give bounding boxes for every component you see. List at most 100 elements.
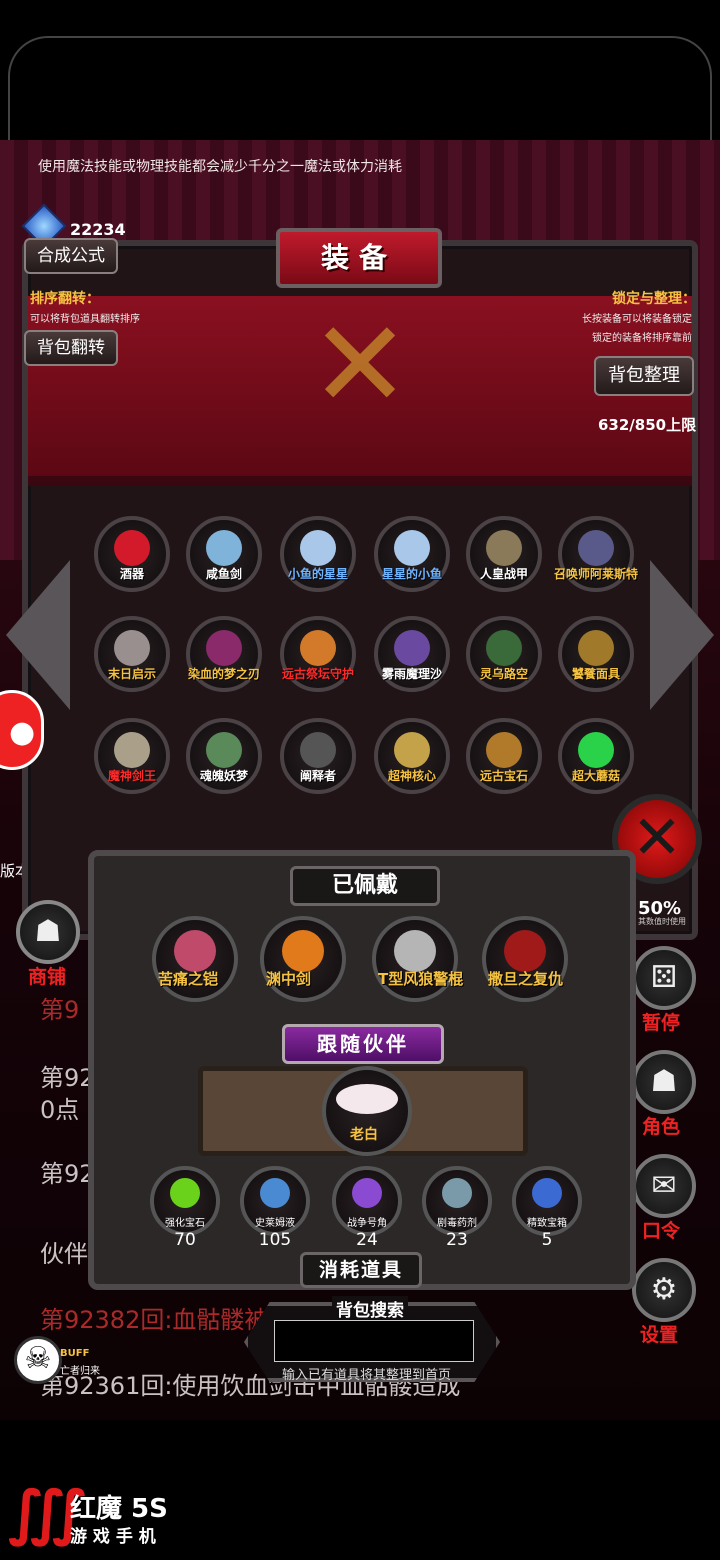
- inventory-slot[interactable]: 阐释者: [280, 718, 356, 794]
- settings-label: 设置: [640, 1324, 679, 1346]
- capacity-label: 632/850上限: [598, 416, 697, 434]
- sort-title: 排序翻转：: [30, 291, 100, 307]
- inventory-item-label: 阐释者: [299, 769, 336, 783]
- inventory-slot[interactable]: 超大蘑菇: [558, 718, 634, 794]
- consumable-count: 5: [541, 1230, 553, 1250]
- inventory-slot[interactable]: 超神核心: [374, 718, 450, 794]
- log-line-partial: 第92: [40, 1064, 95, 1092]
- buff-sub-label: 亡者归来: [60, 1366, 100, 1377]
- inventory-slot[interactable]: 远古祭坛守护: [280, 616, 356, 692]
- sword-icon: [300, 732, 336, 768]
- scroll-icon: ✉: [651, 1168, 677, 1203]
- inventory-item-label: 远古宝石: [479, 769, 528, 783]
- equipped-panel: 已佩戴 跟随伙伴 老白 苦痛之铠 渊中剑 T型风狼警棍 撒旦之复仇 强化宝石 70 史莱姆液…: [88, 850, 636, 1290]
- inventory-item-label: 魂魄妖梦: [199, 769, 248, 783]
- top-tip: 使用魔法技能或物理技能都会减少千分之一魔法或体力消耗: [38, 159, 402, 175]
- inventory-slot[interactable]: 人皇战甲: [466, 516, 542, 592]
- shop-bag-icon: ☗: [34, 914, 62, 949]
- plate-armor-icon: [174, 930, 216, 972]
- poison-icon: [442, 1178, 472, 1208]
- pause-label: 暂停: [642, 1012, 681, 1034]
- red-magic-logo-icon: ∭: [8, 1478, 86, 1548]
- skull-icon[interactable]: ☠: [14, 1336, 62, 1384]
- consumable-label: 强化宝石: [165, 1218, 205, 1229]
- log-line-partial: 第92: [40, 1160, 95, 1188]
- equipped-item-label: 撒旦之复仇: [488, 970, 564, 988]
- sort-inventory-button[interactable]: 背包整理: [594, 356, 694, 396]
- inventory-slot[interactable]: 雾雨魔理沙: [374, 616, 450, 692]
- mask-icon: [578, 630, 614, 666]
- inventory-slot[interactable]: 染血的梦之刃: [186, 616, 262, 692]
- inventory-item-label: 魔神剑王: [107, 769, 156, 783]
- password-button[interactable]: ✉: [632, 1154, 696, 1218]
- companion-label: 老白: [350, 1127, 378, 1143]
- crossed-swords-emblem-icon: ✕: [309, 296, 411, 435]
- equipped-title: 已佩戴: [290, 866, 440, 906]
- formula-button[interactable]: 合成公式: [24, 238, 118, 274]
- companion-slot[interactable]: 老白: [322, 1066, 412, 1156]
- inventory-slot[interactable]: 星星的小鱼: [374, 516, 450, 592]
- green-gem-icon: [170, 1178, 200, 1208]
- settings-button[interactable]: ⚙: [632, 1258, 696, 1322]
- inventory-item-label: 超神核心: [387, 769, 436, 783]
- equipped-slot[interactable]: [152, 916, 238, 1002]
- inventory-item-label: 远古祭坛守护: [282, 667, 355, 681]
- fish-sword-icon: [206, 530, 242, 566]
- log-line-partial: 伙伴: [40, 1240, 88, 1268]
- inventory-item-label: 雾雨魔理沙: [381, 667, 442, 681]
- flip-inventory-button[interactable]: 背包翻转: [24, 330, 118, 366]
- equipped-slot[interactable]: [482, 916, 568, 1002]
- lips-icon: [114, 530, 150, 566]
- phone-footer: ∭ 红魔 5S 游 戏 手 机: [0, 1420, 720, 1560]
- buff-label: BUFF: [60, 1348, 90, 1359]
- potion-icon: [260, 1178, 290, 1208]
- inventory-slot[interactable]: 酒器: [94, 516, 170, 592]
- shop-button[interactable]: ☗: [16, 900, 80, 964]
- hood-icon: ☗: [650, 1064, 678, 1099]
- gear-icon: ⚙: [650, 1272, 678, 1307]
- baton-icon: [394, 930, 436, 972]
- inventory-item-label: 咸鱼剑: [205, 567, 242, 581]
- search-input[interactable]: [274, 1320, 474, 1362]
- dolphin-icon: [336, 1084, 398, 1114]
- inventory-item-label: 召唤师阿莱斯特: [554, 567, 639, 581]
- flame-sword-icon: [282, 930, 324, 972]
- inventory-item-label: 灵乌路空: [479, 667, 528, 681]
- role-button[interactable]: ☗: [632, 1050, 696, 1114]
- summoner-icon: [578, 530, 614, 566]
- star-wand-icon: [300, 530, 336, 566]
- satan-icon: [504, 930, 546, 972]
- equipped-item-label: 苦痛之铠: [158, 970, 219, 988]
- inventory-item-label: 星星的小鱼: [381, 567, 442, 581]
- consumable-label: 史莱姆液: [255, 1218, 295, 1229]
- inventory-slot[interactable]: 魂魄妖梦: [186, 718, 262, 794]
- brand-name: 红魔 5S: [70, 1494, 168, 1524]
- consumable-count: 70: [174, 1230, 196, 1250]
- inventory-slot[interactable]: 咸鱼剑: [186, 516, 262, 592]
- log-line-partial: 0点: [40, 1096, 80, 1124]
- inventory-item-label: 饕餮面具: [571, 667, 620, 681]
- inventory-slot[interactable]: 饕餮面具: [558, 616, 634, 692]
- inventory-slot[interactable]: 小鱼的星星: [280, 516, 356, 592]
- inventory-slot[interactable]: 灵乌路空: [466, 616, 542, 692]
- companion-title: 跟随伙伴: [282, 1024, 444, 1064]
- equipped-slot[interactable]: [372, 916, 458, 1002]
- page-title: 装备: [276, 228, 442, 288]
- role-label: 角色: [642, 1116, 681, 1138]
- percent-sub-label: 其数值时使用: [638, 917, 686, 926]
- inventory-slot[interactable]: 召唤师阿莱斯特: [554, 516, 638, 592]
- gem-count: 22234: [70, 220, 126, 239]
- inventory-item-label: 酒器: [119, 567, 144, 581]
- ghost-icon: [206, 732, 242, 768]
- fish-wand-icon: [394, 530, 430, 566]
- inventory-slot[interactable]: 末日启示: [94, 616, 170, 692]
- raven-icon: [486, 630, 522, 666]
- dice-button[interactable]: ⚄: [632, 946, 696, 1010]
- inventory-item-label: 人皇战甲: [479, 567, 528, 581]
- search-title: 背包搜索: [332, 1296, 408, 1321]
- inventory-slot[interactable]: 魔神剑王: [94, 718, 170, 794]
- brand-sub: 游 戏 手 机: [70, 1527, 156, 1547]
- witch-icon: [394, 630, 430, 666]
- inventory-slot[interactable]: 远古宝石: [466, 718, 542, 794]
- equipped-slot[interactable]: [260, 916, 346, 1002]
